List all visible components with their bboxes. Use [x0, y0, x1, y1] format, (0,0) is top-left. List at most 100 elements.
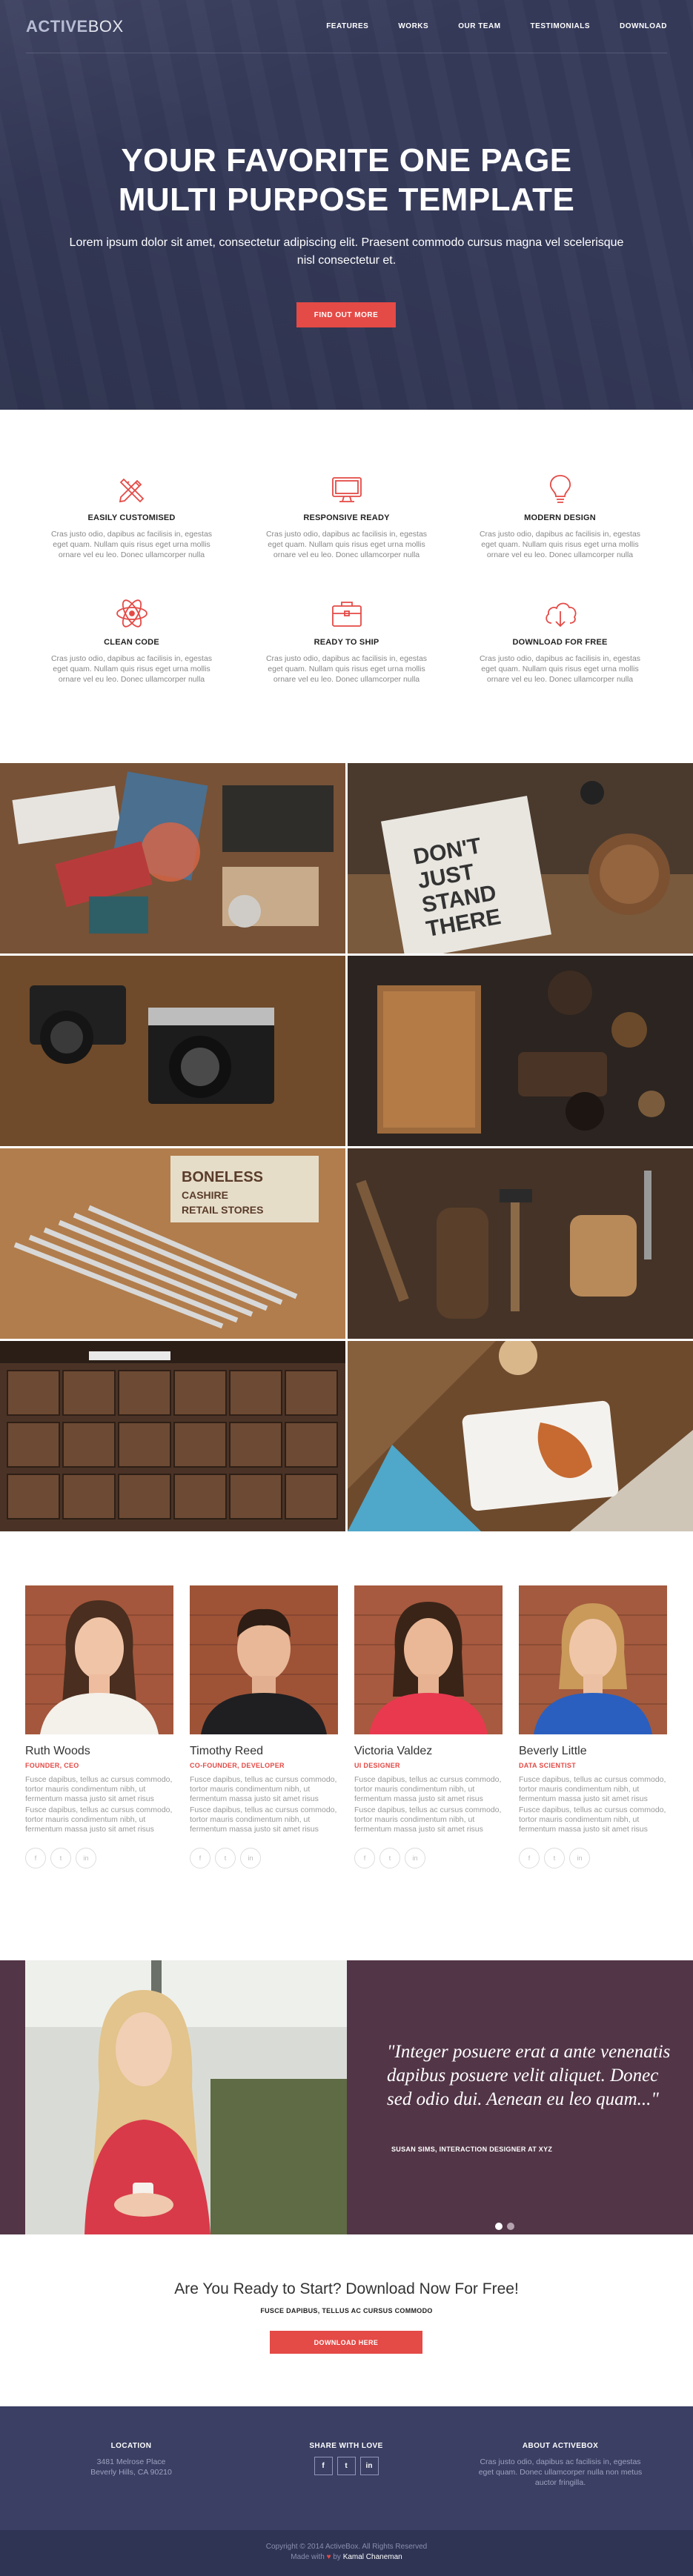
copyright-text: Copyright © 2014 ActiveBox. All Rights R… — [265, 2543, 428, 2551]
bio-paragraph-1: Fusce dapibus, tellus ac cursus commodo,… — [190, 1775, 337, 1803]
footer-share: SHARE WITH LOVE f t in — [257, 2442, 435, 2475]
address-line-1: 3481 Melrose Place — [96, 2457, 166, 2466]
made-by-text: by — [333, 2553, 341, 2561]
nav-link-features[interactable]: FEATURES — [326, 22, 368, 30]
social-links: f t in — [190, 1848, 338, 1868]
gallery-image-pens[interactable]: BONELESS CASHIRE RETAIL STORES — [0, 1148, 345, 1339]
linkedin-icon[interactable]: in — [76, 1848, 96, 1868]
feature-title: EASILY CUSTOMISED — [87, 513, 176, 522]
footer-about: ABOUT ACTIVEBOX Cras justo odio, dapibus… — [471, 2442, 649, 2488]
hero-title: YOUR FAVORITE ONE PAGE MULTI PURPOSE TEM… — [0, 141, 693, 219]
bio-paragraph-2: Fusce dapibus, tellus ac cursus commodo,… — [354, 1805, 502, 1834]
social-links: f t in — [25, 1848, 173, 1868]
team-member-card: Victoria Valdez UI DESIGNER Fusce dapibu… — [354, 1585, 503, 1868]
bio-paragraph-1: Fusce dapibus, tellus ac cursus commodo,… — [354, 1775, 502, 1803]
linkedin-icon[interactable]: in — [569, 1848, 590, 1868]
slider-dot-active[interactable] — [495, 2223, 503, 2230]
twitter-icon[interactable]: t — [50, 1848, 71, 1868]
twitter-icon[interactable]: t — [215, 1848, 236, 1868]
testimonial-quote: "Integer posuere erat a ante venenatis d… — [387, 2042, 671, 2109]
footer-share-title: SHARE WITH LOVE — [309, 2442, 383, 2450]
nav-links: FEATURES WORKS OUR TEAM TESTIMONIALS DOW… — [296, 22, 667, 30]
works-gallery: DON'T JUST STAND THERE BONELESS CASHIRE … — [0, 763, 693, 1532]
footer-bottom-bar: Copyright © 2014 ActiveBox. All Rights R… — [0, 2530, 693, 2576]
top-navigation: ACTIVEBOX FEATURES WORKS OUR TEAM TESTIM… — [26, 0, 667, 53]
address-line-2: Beverly Hills, CA 90210 — [90, 2468, 172, 2477]
social-links: f t in — [354, 1848, 503, 1868]
cloud-download-icon — [542, 595, 579, 632]
feature-description: Cras justo odio, dapibus ac facilisis in… — [265, 530, 428, 559]
social-links: f t in — [519, 1848, 667, 1868]
cta-title: Are You Ready to Start? Download Now For… — [174, 2280, 519, 2297]
team-member-bio: Fusce dapibus, tellus ac cursus commodo,… — [25, 1775, 173, 1834]
slider-dots — [495, 2223, 514, 2230]
sign-text-line-2: CASHIRE — [182, 1189, 228, 1201]
team-member-role: UI DESIGNER — [354, 1762, 400, 1769]
footer-about-text: Cras justo odio, dapibus ac facilisis in… — [478, 2457, 643, 2487]
avatar — [190, 1585, 338, 1734]
team-member-name: Ruth Woods — [25, 1745, 90, 1757]
linkedin-icon[interactable]: in — [240, 1848, 261, 1868]
logo[interactable]: ACTIVEBOX — [26, 17, 124, 36]
gallery-image-letterpress[interactable] — [0, 1341, 345, 1531]
lightbulb-icon — [542, 470, 579, 507]
feature-description: Cras justo odio, dapibus ac facilisis in… — [265, 654, 428, 684]
bio-paragraph-1: Fusce dapibus, tellus ac cursus commodo,… — [519, 1775, 666, 1803]
footer-address: 3481 Melrose Place Beverly Hills, CA 902… — [42, 2457, 220, 2477]
nav-link-our-team[interactable]: OUR TEAM — [458, 22, 500, 30]
gallery-image-food-plate[interactable] — [348, 1341, 693, 1531]
footer-location: LOCATION 3481 Melrose Place Beverly Hill… — [42, 2442, 220, 2477]
testimonial-photo — [25, 1960, 347, 2234]
facebook-icon[interactable]: f — [519, 1848, 540, 1868]
feature-title: CLEAN CODE — [104, 638, 159, 647]
gallery-image-desk-items[interactable] — [0, 763, 345, 953]
footer-about-title: ABOUT ACTIVEBOX — [522, 2442, 599, 2450]
team-member-card: Beverly Little DATA SCIENTIST Fusce dapi… — [519, 1585, 667, 1868]
pencil-ruler-icon — [113, 470, 150, 507]
download-here-button[interactable]: DOWNLOAD HERE — [270, 2331, 422, 2354]
testimonial-author: SUSAN SIMS, INTERACTION DESIGNER AT XYZ — [391, 2146, 553, 2153]
logo-part-box: BOX — [87, 16, 124, 36]
avatar — [354, 1585, 503, 1734]
nav-link-testimonials[interactable]: TESTIMONIALS — [531, 22, 590, 30]
facebook-icon[interactable]: f — [314, 2457, 333, 2475]
gallery-image-dont-just-stand-there[interactable]: DON'T JUST STAND THERE — [348, 763, 693, 953]
hero-subtitle: Lorem ipsum dolor sit amet, consectetur … — [69, 236, 624, 267]
author-link[interactable]: Kamal Chaneman — [343, 2553, 402, 2561]
gallery-image-cameras[interactable] — [0, 956, 345, 1146]
nav-link-works[interactable]: WORKS — [398, 22, 428, 30]
linkedin-icon[interactable]: in — [359, 2457, 379, 2475]
gallery-image-leather-notebook[interactable] — [348, 956, 693, 1146]
nav-link-download[interactable]: DOWNLOAD — [620, 22, 667, 30]
feature-download-for-free: DOWNLOAD FOR FREE Cras justo odio, dapib… — [477, 595, 643, 685]
bio-paragraph-1: Fusce dapibus, tellus ac cursus commodo,… — [25, 1775, 173, 1803]
facebook-icon[interactable]: f — [190, 1848, 210, 1868]
twitter-icon[interactable]: t — [336, 2457, 356, 2475]
hero-section: ACTIVEBOX FEATURES WORKS OUR TEAM TESTIM… — [0, 0, 693, 410]
sign-text-line-3: RETAIL STORES — [182, 1204, 263, 1216]
cta-subtitle: FUSCE DAPIBUS, TELLUS AC CURSUS COMMODO — [260, 2307, 433, 2314]
twitter-icon[interactable]: t — [379, 1848, 400, 1868]
feature-title: READY TO SHIP — [314, 638, 379, 647]
team-member-role: CO-FOUNDER, DEVELOPER — [190, 1762, 285, 1769]
team-section: Ruth Woods FOUNDER, CEO Fusce dapibus, t… — [0, 1532, 693, 1960]
find-out-more-button[interactable]: FIND OUT MORE — [296, 302, 396, 327]
feature-ready-to-ship: READY TO SHIP Cras justo odio, dapibus a… — [263, 595, 430, 685]
gallery-image-tools[interactable] — [348, 1148, 693, 1339]
team-member-role: DATA SCIENTIST — [519, 1762, 577, 1769]
twitter-icon[interactable]: t — [544, 1848, 565, 1868]
made-with-text: Made with — [291, 2553, 325, 2561]
slider-dot[interactable] — [507, 2223, 514, 2230]
hero-title-line-1: YOUR FAVORITE ONE PAGE — [121, 142, 572, 179]
feature-description: Cras justo odio, dapibus ac facilisis in… — [50, 530, 213, 559]
avatar — [25, 1585, 173, 1734]
feature-description: Cras justo odio, dapibus ac facilisis in… — [479, 530, 641, 559]
team-member-role: FOUNDER, CEO — [25, 1762, 79, 1769]
footer-social-links: f t in — [257, 2457, 435, 2475]
made-with-line: Made with ♥ by Kamal Chaneman — [0, 2552, 693, 2563]
feature-modern-design: MODERN DESIGN Cras justo odio, dapibus a… — [477, 470, 643, 560]
facebook-icon[interactable]: f — [354, 1848, 375, 1868]
logo-part-active: ACTIVE — [26, 16, 88, 36]
linkedin-icon[interactable]: in — [405, 1848, 425, 1868]
facebook-icon[interactable]: f — [25, 1848, 46, 1868]
